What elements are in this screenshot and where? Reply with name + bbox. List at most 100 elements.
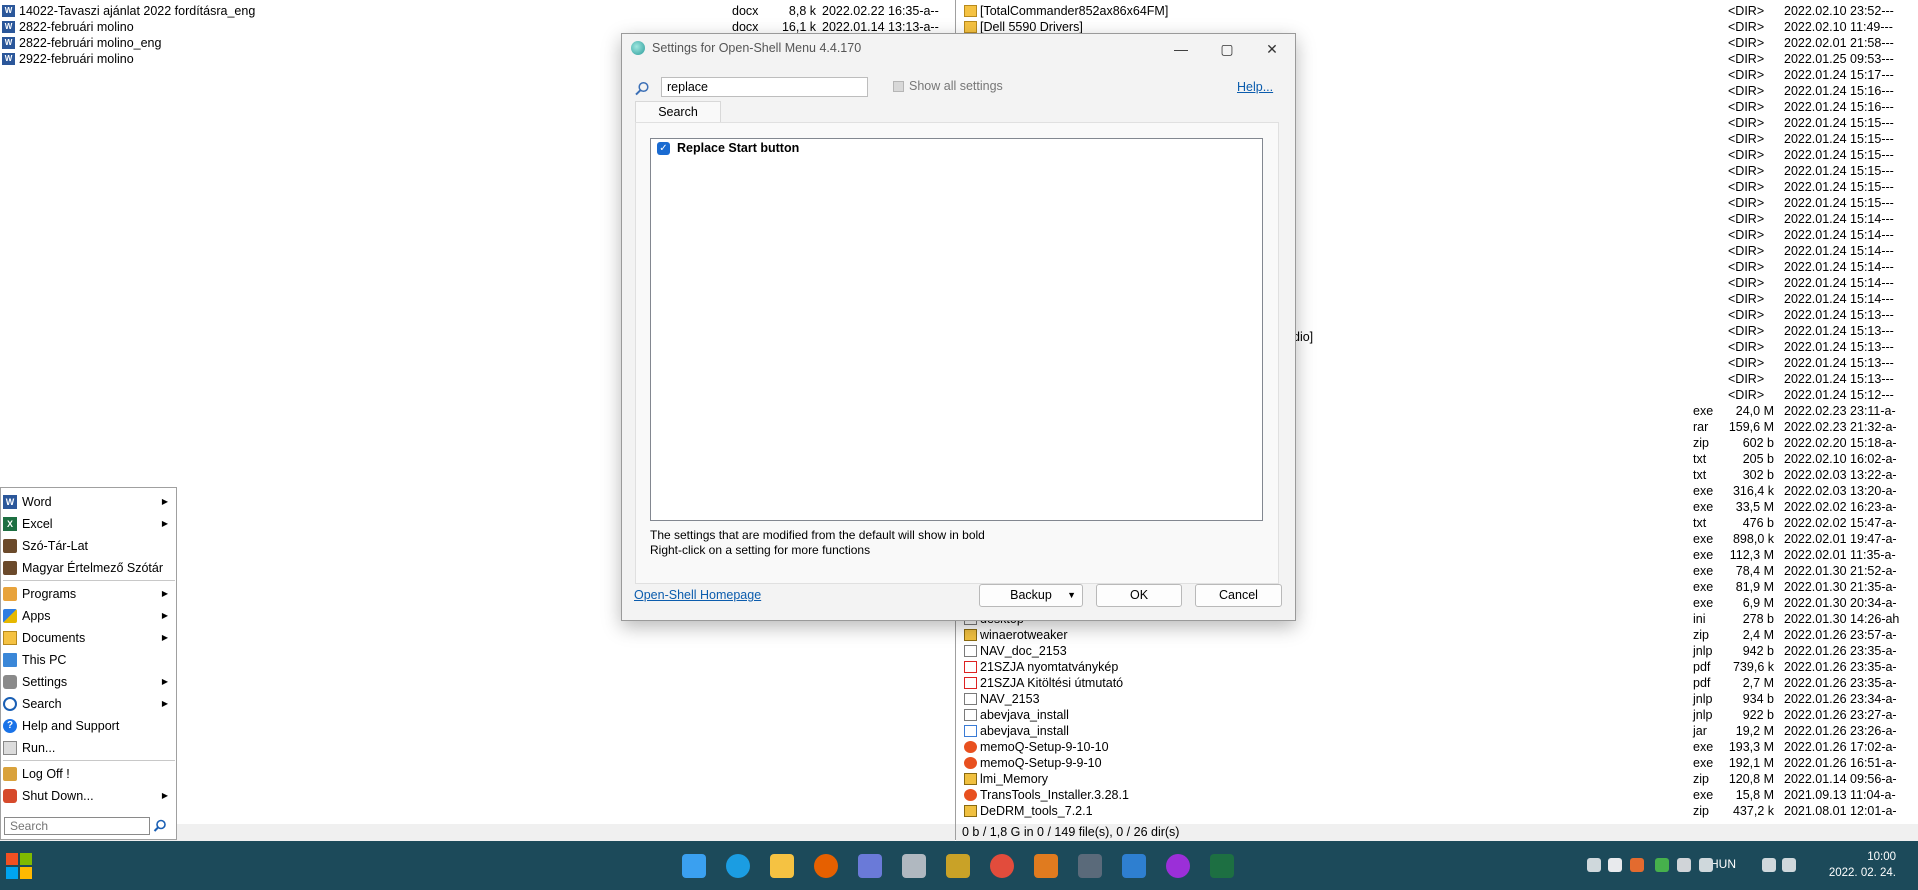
- open-shell-homepage-link[interactable]: Open-Shell Homepage: [634, 588, 761, 602]
- app-dots-icon[interactable]: [1166, 854, 1190, 878]
- submenu-arrow-icon: ▶: [161, 791, 168, 800]
- file-ext: jnlp: [1693, 708, 1713, 722]
- start-menu-item[interactable]: Log Off !: [1, 763, 176, 785]
- file-size: 934 b: [1742, 692, 1774, 706]
- file-ext: zip: [1693, 436, 1709, 450]
- search-icon: [635, 81, 649, 96]
- app-tank-icon[interactable]: [946, 854, 970, 878]
- dir-label: <DIR>: [1728, 308, 1765, 322]
- start-menu-item[interactable]: Documents ▶: [1, 627, 176, 649]
- app-chat-icon[interactable]: [1122, 854, 1146, 878]
- submenu-arrow-icon: ▶: [161, 677, 168, 686]
- start-menu-item[interactable]: Szó-Tár-Lat: [1, 535, 176, 557]
- apps-icon: [3, 609, 17, 623]
- start-menu-item[interactable]: Settings ▶: [1, 671, 176, 693]
- start-menu-item[interactable]: Magyar Értelmező Szótár: [1, 557, 176, 579]
- replace-start-button-checkbox[interactable]: ✓: [657, 142, 670, 155]
- file-explorer-icon[interactable]: [770, 854, 794, 878]
- start-menu-item[interactable]: This PC: [1, 649, 176, 671]
- file-ext: exe: [1693, 740, 1714, 754]
- backup-button[interactable]: Backup ▼: [979, 584, 1083, 607]
- settings-result-list[interactable]: ✓ Replace Start button: [650, 138, 1263, 521]
- dir-date: 2022.01.24 15:15---: [1784, 180, 1894, 194]
- file-row[interactable]: 21SZJA nyomtatványkép pdf 739,6 k 2022.01.2…: [956, 659, 1918, 675]
- file-date: 2022.02.23 23:11-a-: [1784, 404, 1896, 418]
- file-name: NAV_2153: [980, 692, 1040, 706]
- calculator-icon[interactable]: [1078, 854, 1102, 878]
- start-menu-item[interactable]: Apps ▶: [1, 605, 176, 627]
- file-row[interactable]: lmi_Memory zip 120,8 M 2022.01.14 09:56-a-: [956, 771, 1918, 787]
- tray-mail-icon[interactable]: [1699, 858, 1713, 872]
- start-search-input[interactable]: [4, 817, 150, 835]
- file-row[interactable]: NAV_2153 jnlp 934 b 2022.01.26 23:34-a-: [956, 691, 1918, 707]
- show-all-settings-checkbox[interactable]: [893, 81, 904, 92]
- start-menu-item[interactable]: Run...: [1, 737, 176, 759]
- file-date: 2022.01.26 23:35-a-: [1784, 660, 1897, 674]
- tray-shield-icon[interactable]: [1677, 858, 1691, 872]
- menu-separator: [3, 760, 175, 761]
- start-menu-item[interactable]: X Excel ▶: [1, 513, 176, 535]
- start-menu-item[interactable]: Shut Down... ▶: [1, 785, 176, 807]
- search-icon[interactable]: [153, 819, 167, 833]
- file-row[interactable]: NAV_doc_2153 jnlp 942 b 2022.01.26 23:35-a-: [956, 643, 1918, 659]
- maximize-icon[interactable]: ▢: [1204, 34, 1250, 64]
- file-size: 2,7 M: [1742, 676, 1774, 690]
- windows-start-icon[interactable]: [4, 851, 34, 881]
- tray-display-icon[interactable]: [1762, 858, 1776, 872]
- file-date: 2022.01.26 23:34-a-: [1784, 692, 1897, 706]
- dir-date: 2022.01.24 15:15---: [1784, 196, 1894, 210]
- file-row[interactable]: memoQ-Setup-9-10-10 exe 193,3 M 2022.01.26 …: [956, 739, 1918, 755]
- folder-icon: [964, 21, 977, 33]
- help-link[interactable]: Help...: [1237, 80, 1273, 94]
- replace-start-button-label[interactable]: Replace Start button: [677, 141, 799, 155]
- file-row[interactable]: abevjava_install jar 19,2 M 2022.01.26 23:2…: [956, 723, 1918, 739]
- app-disc-icon[interactable]: [902, 854, 926, 878]
- cancel-button[interactable]: Cancel: [1195, 584, 1282, 607]
- search-icon: [3, 697, 17, 711]
- file-row[interactable]: memoQ-Setup-9-9-10 exe 192,1 M 2022.01.26 1…: [956, 755, 1918, 771]
- close-icon[interactable]: ✕: [1249, 34, 1295, 64]
- start-menu-item[interactable]: Programs ▶: [1, 583, 176, 605]
- clock[interactable]: 10:00 2022. 02. 24.: [1820, 849, 1896, 881]
- dir-label: <DIR>: [1728, 52, 1765, 66]
- chrome-icon[interactable]: [990, 854, 1014, 878]
- file-row[interactable]: 21SZJA Kitöltési útmutató pdf 2,7 M 2022.01…: [956, 675, 1918, 691]
- tray-office-icon[interactable]: [1630, 858, 1644, 872]
- start-menu-item[interactable]: W Word ▶: [1, 491, 176, 513]
- widgets-icon[interactable]: [682, 854, 706, 878]
- installer-icon: [964, 789, 977, 801]
- tray-security-icon[interactable]: [1655, 858, 1669, 872]
- file-row[interactable]: abevjava_install jnlp 922 b 2022.01.26 23:2…: [956, 707, 1918, 723]
- settings-search-input[interactable]: [661, 77, 868, 97]
- tray-chevron-icon[interactable]: [1587, 858, 1601, 872]
- dir-date: 2022.01.24 15:15---: [1784, 116, 1894, 130]
- language-indicator[interactable]: HUN: [1710, 857, 1736, 871]
- file-row[interactable]: TransTools_Installer.3.28.1 exe 15,8 M 2021…: [956, 787, 1918, 803]
- dir-row[interactable]: [TotalCommander852ax86x64FM] <DIR> 2022.02…: [956, 3, 1918, 19]
- file-row[interactable]: DeDRM_tools_7.2.1 zip 437,2 k 2021.08.01 12…: [956, 803, 1918, 819]
- save-app-icon[interactable]: [858, 854, 882, 878]
- start-menu: W Word ▶ X Excel ▶ Szó-Tár-Lat Magyar Értelmező…: [0, 487, 177, 840]
- file-ext: jnlp: [1693, 644, 1713, 658]
- tray-battery-icon[interactable]: [1782, 858, 1796, 872]
- dir-date: 2022.01.24 15:13---: [1784, 324, 1894, 338]
- dir-date: 2022.01.24 15:13---: [1784, 356, 1894, 370]
- dialog-titlebar[interactable]: Settings for Open-Shell Menu 4.4.170 — ▢…: [622, 34, 1295, 64]
- tray-chat-icon[interactable]: [1608, 858, 1622, 872]
- start-menu-item-label: Run...: [22, 741, 56, 755]
- file-name: abevjava_install: [980, 724, 1069, 738]
- firefox-icon[interactable]: [814, 854, 838, 878]
- start-menu-item[interactable]: ? Help and Support: [1, 715, 176, 737]
- java-icon: [964, 725, 977, 737]
- start-menu-item[interactable]: Search ▶: [1, 693, 176, 715]
- file-row[interactable]: winaerotweaker zip 2,4 M 2022.01.26 23:57-a…: [956, 627, 1918, 643]
- dir-date: 2022.01.25 09:53---: [1784, 52, 1894, 66]
- file-size: 120,8 M: [1728, 772, 1774, 786]
- ok-button[interactable]: OK: [1096, 584, 1182, 607]
- excel-taskbar-icon[interactable]: [1210, 854, 1234, 878]
- edge-icon[interactable]: [726, 854, 750, 878]
- start-menu-item-label: Szó-Tár-Lat: [22, 539, 88, 553]
- app-gear-icon[interactable]: [1034, 854, 1058, 878]
- minimize-icon[interactable]: —: [1158, 34, 1204, 64]
- tab-search-results[interactable]: Search Results: [635, 101, 721, 139]
